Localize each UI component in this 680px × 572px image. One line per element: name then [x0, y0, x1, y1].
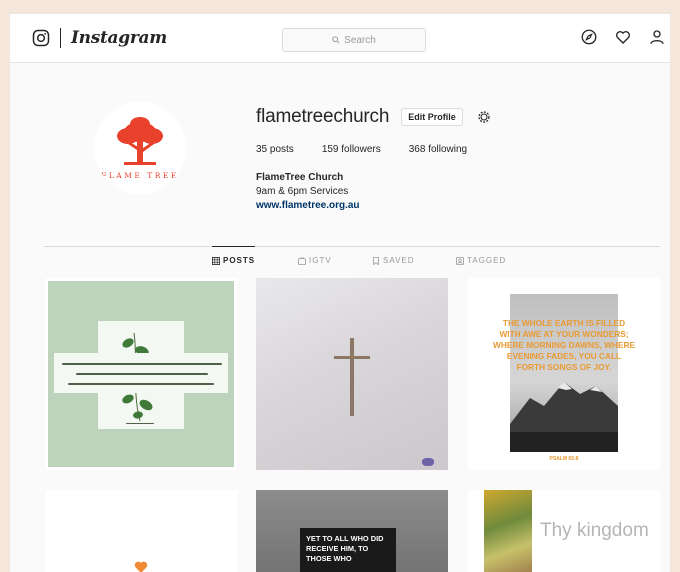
- cross-vertical-beam: [350, 338, 354, 416]
- profile-website-link[interactable]: www.flametree.org.au: [256, 199, 656, 213]
- post-3-verse-reference: PSALM 65:8: [549, 456, 579, 462]
- tagged-user-icon: [456, 256, 464, 265]
- flame-tree-logo-icon: FLAME TREE: [101, 117, 179, 180]
- post-6-text: Thy kingdom: [540, 520, 649, 541]
- tab-posts[interactable]: POSTS: [212, 246, 256, 265]
- profile-stats: 35 posts 159 followers 368 following: [256, 144, 656, 155]
- profile-username: flametreechurch: [256, 106, 390, 127]
- followers-count[interactable]: 159 followers: [322, 144, 381, 155]
- profile-bio-line: 9am & 6pm Services: [256, 186, 349, 197]
- header-icon-group: [580, 28, 666, 46]
- igtv-icon: [298, 256, 306, 265]
- search-input[interactable]: Search: [282, 28, 426, 52]
- flower-decoration: [422, 458, 434, 466]
- tab-tagged[interactable]: TAGGED: [456, 256, 506, 265]
- tab-saved-label: SAVED: [383, 256, 415, 265]
- post-thumbnail-6[interactable]: Thy kingdom: [468, 490, 660, 572]
- post-5-verse-text: Yet to all who did receive him, to those…: [306, 534, 384, 563]
- posts-count: 35 posts: [256, 144, 294, 155]
- profile-avatar[interactable]: FLAME TREE: [94, 102, 186, 194]
- post-3-verse-text: The whole earth is filled with awe at yo…: [493, 318, 635, 372]
- bookmark-icon: [373, 256, 379, 265]
- logo-divider: [60, 28, 61, 48]
- post-1-reference-line: [126, 423, 154, 424]
- profile-tabs: POSTS IGTV SAVED TAGGED: [44, 246, 660, 269]
- username-row: flametreechurch Edit Profile: [256, 106, 656, 128]
- post-thumbnail-3[interactable]: The whole earth is filled with awe at yo…: [468, 278, 660, 470]
- post-1-background: [48, 281, 234, 467]
- tab-tagged-label: TAGGED: [467, 256, 507, 265]
- user-profile-icon[interactable]: [648, 28, 666, 46]
- post-thumbnail-5[interactable]: Yet to all who did receive him, to those…: [256, 490, 448, 572]
- compass-icon[interactable]: [580, 28, 598, 46]
- browser-window: Instagram Search FLAME TREE flametreechu…: [10, 14, 670, 572]
- profile-fullname: FlameTree Church: [256, 172, 344, 183]
- post-thumbnail-1[interactable]: [45, 278, 237, 470]
- avatar-logo-text: FLAME TREE: [101, 171, 179, 180]
- settings-button[interactable]: [475, 108, 493, 126]
- logo-group[interactable]: Instagram: [32, 28, 167, 48]
- tab-saved[interactable]: SAVED: [372, 256, 415, 265]
- tab-igtv-label: IGTV: [309, 256, 332, 265]
- post-thumbnail-4[interactable]: [45, 490, 237, 572]
- post-1-script-line: [68, 383, 214, 385]
- tab-posts-label: POSTS: [223, 256, 256, 265]
- tab-igtv[interactable]: IGTV: [298, 256, 332, 265]
- profile-info: flametreechurch Edit Profile 35 posts 15…: [256, 106, 656, 213]
- gear-icon: [478, 111, 490, 123]
- search-icon: [332, 36, 340, 44]
- post-thumbnail-2[interactable]: [256, 278, 448, 470]
- post-6-painting: [484, 490, 532, 572]
- profile-bio: FlameTree Church 9am & 6pm Services www.…: [256, 171, 656, 213]
- following-count[interactable]: 368 following: [409, 144, 467, 155]
- instagram-wordmark[interactable]: Instagram: [71, 28, 167, 48]
- post-1-script-line: [76, 373, 208, 375]
- instagram-camera-icon[interactable]: [32, 29, 50, 47]
- orange-heart-icon: [134, 561, 148, 572]
- heart-icon[interactable]: [614, 28, 632, 46]
- search-placeholder: Search: [344, 34, 376, 46]
- grid-icon: [212, 256, 220, 265]
- edit-profile-button[interactable]: Edit Profile: [401, 108, 463, 126]
- cross-horizontal-beam: [334, 356, 370, 359]
- top-navbar: Instagram Search: [10, 14, 670, 63]
- post-1-script-line: [62, 363, 222, 365]
